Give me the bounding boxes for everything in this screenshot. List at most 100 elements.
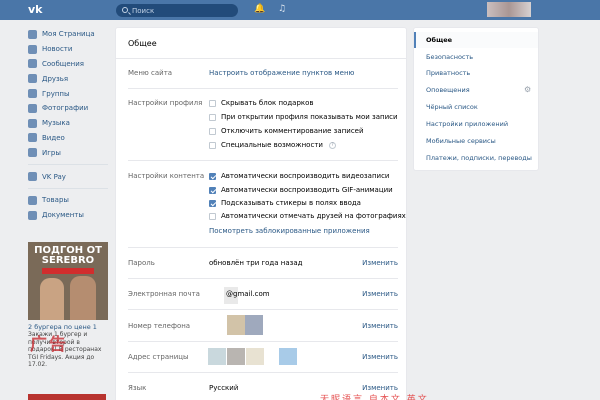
top-bar: vk 🔔 ♫ xyxy=(0,0,600,20)
checkbox-label: Автоматически воспроизводить GIF-анимаци… xyxy=(221,186,393,194)
ad-block[interactable]: ПОДГОН ОТ SEREBRO 2 бургера по цене 1 За… xyxy=(28,242,108,369)
sidebar-item-messages[interactable]: Сообщения xyxy=(28,57,114,72)
password-label: Пароль xyxy=(128,259,155,267)
blocked-apps-link[interactable]: Посмотреть заблокированные приложения xyxy=(209,227,370,235)
sidebar-item-label: VK Pay xyxy=(42,172,66,181)
sidebar-item-games[interactable]: Игры xyxy=(28,145,114,160)
language-value[interactable]: Русский xyxy=(209,384,238,392)
sidebar-item-groups[interactable]: Группы xyxy=(28,86,114,101)
settings-panel: Общее Меню сайта Настроить отображение п… xyxy=(116,28,406,400)
gear-icon[interactable]: ⚙ xyxy=(524,86,532,94)
password-value: обновлён три года назад xyxy=(209,259,303,267)
password-edit-link[interactable]: Изменить xyxy=(362,259,398,267)
sidebar-item-label: Моя Страница xyxy=(42,30,95,39)
caption-overlay: 无昵语言 自本文 英文 xyxy=(320,395,429,400)
section-divider xyxy=(128,278,398,279)
checkbox-autoplay-video[interactable]: Автоматически воспроизводить видеозаписи xyxy=(209,172,389,180)
settings-nav-payments[interactable]: Платежи, подписки, переводы xyxy=(414,150,538,166)
checkbox[interactable] xyxy=(209,212,216,220)
sidebar-item-documents[interactable]: Документы xyxy=(28,208,114,223)
section-divider xyxy=(128,309,398,310)
phone-edit-link[interactable]: Изменить xyxy=(362,322,398,330)
ad-title[interactable]: 2 бургера по цене 1 xyxy=(28,323,108,331)
groups-icon xyxy=(28,89,37,99)
email-edit-link[interactable]: Изменить xyxy=(362,290,398,298)
sidebar-item-music[interactable]: Музыка xyxy=(28,116,114,131)
music-icon[interactable]: ♫ xyxy=(277,4,287,15)
settings-nav-label: Мобильные сервисы xyxy=(426,137,496,145)
sidebar-item-friends[interactable]: Друзья xyxy=(28,71,114,86)
sidebar-item-label: Друзья xyxy=(42,74,69,83)
checkbox-accessibility[interactable]: Специальные возможности? xyxy=(209,141,336,149)
sidebar-item-label: Фотографии xyxy=(42,104,89,113)
ad-image[interactable]: ПОДГОН ОТ SEREBRO xyxy=(28,242,108,320)
checkbox-checked[interactable] xyxy=(209,199,216,207)
checkbox-suggest-stickers[interactable]: Подсказывать стикеры в полях ввода xyxy=(209,199,361,207)
sidebar-item-label: Товары xyxy=(42,196,69,205)
checkbox[interactable] xyxy=(209,113,216,121)
sidebar-item-label: Игры xyxy=(42,148,61,157)
configure-menu-link[interactable]: Настроить отображение пунктов меню xyxy=(209,69,354,77)
vkpay-icon xyxy=(28,172,37,182)
checkbox[interactable] xyxy=(209,99,216,107)
checkbox-show-my-posts[interactable]: При открытии профиля показывать мои запи… xyxy=(209,113,398,121)
games-icon xyxy=(28,148,37,158)
phone-redacted xyxy=(227,315,245,335)
ad-next-preview[interactable] xyxy=(28,394,106,400)
sidebar-item-market[interactable]: Товары xyxy=(28,193,114,208)
checkbox-label: Скрывать блок подарков xyxy=(221,99,314,107)
photos-icon xyxy=(28,103,37,113)
checkbox[interactable] xyxy=(209,141,216,149)
settings-nav-security[interactable]: Безопасность xyxy=(414,49,538,65)
ad-image-line2: SEREBRO xyxy=(41,255,95,266)
settings-nav-general[interactable]: Общее xyxy=(414,32,538,48)
language-edit-link[interactable]: Изменить xyxy=(362,384,398,392)
checkbox-label: Отключить комментирование записей xyxy=(221,127,364,135)
address-redacted xyxy=(246,348,264,365)
checkbox-label: Подсказывать стикеры в полях ввода xyxy=(221,199,361,207)
settings-nav-privacy[interactable]: Приватность xyxy=(414,65,538,81)
checkbox-hide-gifts[interactable]: Скрывать блок подарков xyxy=(209,99,314,107)
sidebar-item-video[interactable]: Видео xyxy=(28,131,114,146)
settings-nav-apps[interactable]: Настройки приложений xyxy=(414,116,538,132)
checkbox-tag-friends[interactable]: Автоматически отмечать друзей на фотогра… xyxy=(209,212,406,220)
address-label: Адрес страницы xyxy=(128,353,189,361)
sidebar-item-news[interactable]: Новости xyxy=(28,42,114,57)
sidebar-item-vk-pay[interactable]: VK Pay xyxy=(28,169,114,184)
address-redacted xyxy=(208,348,226,365)
address-edit-link[interactable]: Изменить xyxy=(362,353,398,361)
checkbox-disable-comments[interactable]: Отключить комментирование записей xyxy=(209,127,364,135)
settings-nav-label: Платежи, подписки, переводы xyxy=(426,154,532,162)
settings-nav-label: Настройки приложений xyxy=(426,120,509,128)
checkbox-label: При открытии профиля показывать мои запи… xyxy=(221,113,398,121)
checkbox-checked[interactable] xyxy=(209,186,216,194)
phone-redacted xyxy=(245,315,263,335)
settings-nav-mobile[interactable]: Мобильные сервисы xyxy=(414,133,538,149)
section-divider xyxy=(128,88,398,89)
profile-avatar[interactable] xyxy=(487,2,531,17)
sidebar-item-my-page[interactable]: Моя Страница xyxy=(28,27,114,42)
address-redacted xyxy=(279,348,297,365)
settings-nav-blacklist[interactable]: Чёрный список xyxy=(414,99,538,115)
settings-nav-label: Приватность xyxy=(426,69,471,77)
checkbox-checked[interactable] xyxy=(209,172,216,180)
documents-icon xyxy=(28,210,37,220)
checkbox-autoplay-gif[interactable]: Автоматически воспроизводить GIF-анимаци… xyxy=(209,186,393,194)
email-value: @gmail.com xyxy=(226,290,270,298)
video-icon xyxy=(28,133,37,143)
sidebar-item-photos[interactable]: Фотографии xyxy=(28,101,114,116)
section-divider xyxy=(128,372,398,373)
help-icon[interactable]: ? xyxy=(328,141,336,149)
bell-icon[interactable]: 🔔 xyxy=(254,4,265,15)
page-title: Общее xyxy=(128,39,157,48)
settings-nav-notifications[interactable]: Оповещения ⚙ xyxy=(414,82,538,98)
friends-icon xyxy=(28,74,37,84)
section-divider xyxy=(128,341,398,342)
left-sidebar: Моя Страница Новости Сообщения Друзья Гр… xyxy=(28,27,114,223)
checkbox[interactable] xyxy=(209,127,216,135)
search-box[interactable] xyxy=(116,4,238,17)
search-input[interactable] xyxy=(132,5,232,16)
sidebar-item-label: Группы xyxy=(42,89,70,98)
vk-logo[interactable]: vk xyxy=(28,4,46,16)
settings-nav-label: Безопасность xyxy=(426,53,474,61)
